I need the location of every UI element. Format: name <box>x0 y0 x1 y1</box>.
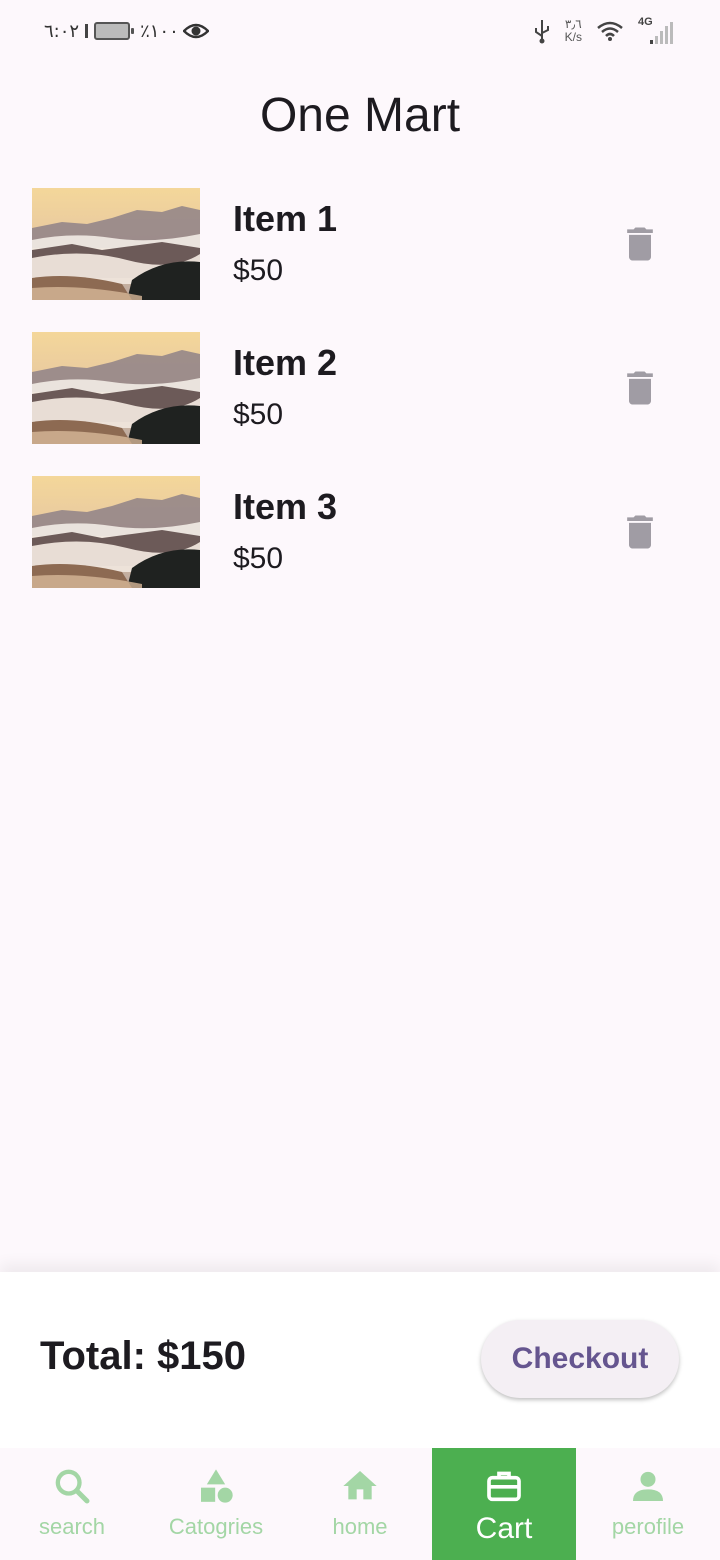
status-time: ٦:٠٢ <box>44 20 80 42</box>
home-icon <box>343 1471 377 1500</box>
trash-icon <box>618 222 662 266</box>
item-price: $50 <box>233 542 284 575</box>
delete-item-button[interactable] <box>616 508 664 556</box>
item-image <box>32 476 200 588</box>
app-screen: ٦:٠٢ ٪١٠٠ ٣٫٦ K/s 4G One Mart Item 1 $50… <box>0 0 720 1560</box>
cart-item: Item 1 $50 <box>0 188 720 332</box>
nav-item-categories[interactable]: Catogries <box>144 1448 288 1560</box>
trash-icon <box>618 510 662 554</box>
battery-icon <box>94 22 135 40</box>
item-name: Item 1 <box>233 198 338 239</box>
nav-item-profile[interactable]: perofile <box>576 1448 720 1560</box>
status-right: ٣٫٦ K/s 4G <box>533 14 674 48</box>
eye-icon <box>182 23 209 39</box>
status-left: ٦:٠٢ ٪١٠٠ <box>44 16 209 46</box>
net-speed-unit: K/s <box>564 30 582 44</box>
item-price: $50 <box>233 398 284 431</box>
cart-item: Item 3 $50 <box>0 476 720 620</box>
signal-bars-icon <box>650 22 673 44</box>
nav-label: search <box>38 1514 106 1539</box>
bottom-navigation: search Catogries home Cart perofile <box>0 1448 720 1560</box>
search-icon <box>55 1469 90 1504</box>
nav-label: perofile <box>611 1514 685 1539</box>
delete-item-button[interactable] <box>616 220 664 268</box>
checkout-button[interactable]: Checkout <box>481 1320 679 1398</box>
page-title: One Mart <box>259 89 461 142</box>
cart-icon <box>487 1471 521 1502</box>
delete-item-button[interactable] <box>616 364 664 412</box>
usb-icon <box>534 20 549 44</box>
trash-icon <box>618 366 662 410</box>
item-name: Item 2 <box>233 342 338 383</box>
nav-item-home[interactable]: home <box>288 1448 432 1560</box>
cart-item: Item 2 $50 <box>0 332 720 476</box>
item-image <box>32 188 200 300</box>
total-panel: Total: $150 Checkout <box>0 1272 720 1448</box>
battery-percent: ٪١٠٠ <box>140 20 179 42</box>
person-icon <box>633 1471 663 1501</box>
wifi-icon <box>597 21 623 41</box>
net-speed: ٣٫٦ K/s <box>565 18 582 44</box>
nav-item-search[interactable]: search <box>0 1448 144 1560</box>
nav-label: home <box>332 1514 388 1539</box>
cell-signal: 4G <box>638 16 674 44</box>
nav-item-cart[interactable]: Cart <box>432 1448 576 1560</box>
status-divider <box>85 24 89 38</box>
status-bar: ٦:٠٢ ٪١٠٠ ٣٫٦ K/s 4G <box>0 0 720 62</box>
item-price: $50 <box>233 254 284 287</box>
nav-label: Catogries <box>168 1514 264 1539</box>
cart-total: Total: $150 <box>40 1334 246 1378</box>
item-name: Item 3 <box>233 486 338 527</box>
categories-icon <box>201 1469 233 1503</box>
item-image <box>32 332 200 444</box>
nav-label: Cart <box>475 1512 533 1545</box>
cart-list: Item 1 $50 Item 2 $50 Item 3 $50 <box>0 188 720 620</box>
